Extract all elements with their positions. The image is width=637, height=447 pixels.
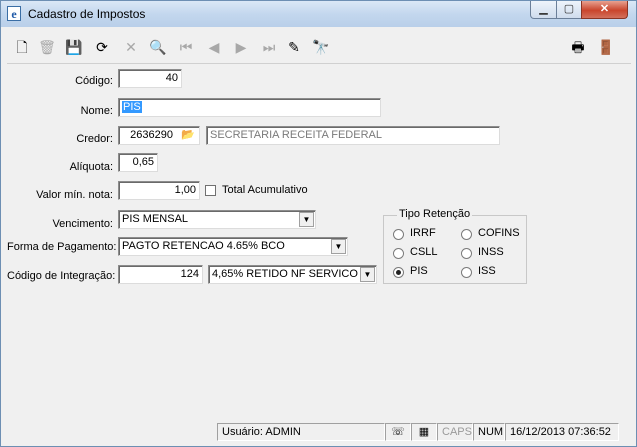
tipo-retencao-title: Tipo Retenção [397,208,473,220]
first-record-icon[interactable]: ⏮ [176,37,196,57]
app-icon: e [7,6,21,21]
vencimento-label: Vencimento: [52,218,113,230]
radio-iss[interactable] [461,267,472,278]
vencimento-select[interactable]: PIS MENSAL ▼ [118,210,316,229]
valor-min-label: Valor mín. nota: [36,189,113,201]
search-icon[interactable]: 🔍 [148,37,168,57]
cancel-icon[interactable]: ✕ [121,37,141,57]
title-bar[interactable]: e Cadastro de Impostos ▁ ▢ ✕ [1,1,636,27]
next-record-icon[interactable]: ▶ [231,37,251,57]
codigo-input[interactable]: 40 [118,69,182,88]
chevron-down-icon[interactable]: ▼ [299,212,314,227]
edit-icon[interactable]: ✎ [284,37,304,57]
radio-label-iss: ISS [478,265,496,277]
forma-pagamento-label: Forma de Pagamento: [7,241,117,253]
aliquota-label: Alíquota: [69,161,113,173]
exit-icon[interactable]: 🚪 [596,37,616,57]
radio-csll[interactable] [393,248,404,259]
credor-label: Credor: [76,133,113,145]
nome-selected-text: PIS [122,101,142,113]
maximize-button[interactable]: ▢ [556,1,582,19]
credor-name-input[interactable]: SECRETARIA RECEITA FEDERAL [206,126,500,145]
binoculars-icon[interactable]: 🔭 [311,37,331,57]
aliquota-input[interactable]: 0,65 [118,153,158,172]
num-indicator: NUM [473,423,505,441]
codigo-label: Código: [75,75,113,87]
status-datetime: 16/12/2013 07:36:52 [505,423,619,441]
chevron-down-icon[interactable]: ▼ [360,267,375,282]
prev-record-icon[interactable]: ◀ [204,37,224,57]
window-title: Cadastro de Impostos [28,7,146,21]
print-icon[interactable]: 🖶 [568,37,588,57]
calculator-icon: ▦ [411,423,437,441]
tipo-retencao-group: Tipo Retenção IRRF COFINS CSLL INSS PIS ISS [383,208,527,284]
chevron-down-icon[interactable]: ▼ [331,239,346,254]
forma-pagamento-select[interactable]: PAGTO RETENCAO 4.65% BCO ▼ [118,237,348,256]
codigo-integracao-select[interactable]: 4,65% RETIDO NF SERVICO ( ▼ [208,265,377,284]
radio-irrf[interactable] [393,229,404,240]
valor-min-input[interactable]: 1,00 [118,181,200,200]
save-icon[interactable]: 💾 [64,37,84,57]
radio-label-inss: INSS [478,246,504,258]
nome-label: Nome: [80,105,113,117]
last-record-icon[interactable]: ⏭ [259,37,279,57]
radio-cofins[interactable] [461,229,472,240]
radio-label-pis: PIS [410,265,428,277]
close-button[interactable]: ✕ [581,1,628,19]
radio-label-csll: CSLL [410,246,438,258]
status-user: Usuário: ADMIN [217,423,385,441]
refresh-icon[interactable]: ⟳ [92,37,112,57]
credor-lookup-icon[interactable]: 📂 [179,128,197,143]
toolbar: 🗋 🗑 💾 ⟳ ✕ 🔍 ⏮ ◀ ▶ ⏭ ✎ 🔭 🖶 🚪 [7,28,631,64]
client-area: 🗋 🗑 💾 ⟳ ✕ 🔍 ⏮ ◀ ▶ ⏭ ✎ 🔭 🖶 🚪 Código: 40 Nome: PIS Cred… [7,28,631,441]
radio-label-cofins: COFINS [478,227,520,239]
status-bar: Usuário: ADMIN ☏ ▦ CAPS NUM 16/12/2013 0… [7,423,631,441]
total-acumulativo-label: Total Acumulativo [222,184,308,196]
vencimento-value: PIS MENSAL [122,213,189,225]
codigo-integracao-desc: 4,65% RETIDO NF SERVICO ( [212,268,365,280]
radio-pis[interactable] [393,267,404,278]
delete-icon[interactable]: 🗑 [37,37,57,57]
total-acumulativo-checkbox[interactable] [205,185,216,196]
nome-input[interactable]: PIS [118,98,381,117]
new-icon[interactable]: 🗋 [12,37,32,57]
forma-pagamento-value: PAGTO RETENCAO 4.65% BCO [122,240,285,252]
main-window: e Cadastro de Impostos ▁ ▢ ✕ 🗋 🗑 💾 ⟳ ✕ 🔍 ⏮ ◀ ▶ ⏭ ✎… [0,0,637,447]
radio-label-irrf: IRRF [410,227,436,239]
codigo-integracao-input[interactable]: 124 [118,265,203,284]
phone-icon: ☏ [385,423,411,441]
minimize-button[interactable]: ▁ [530,1,557,19]
caps-indicator: CAPS [437,423,473,441]
radio-inss[interactable] [461,248,472,259]
codigo-integracao-label: Código de Integração: [7,270,116,282]
